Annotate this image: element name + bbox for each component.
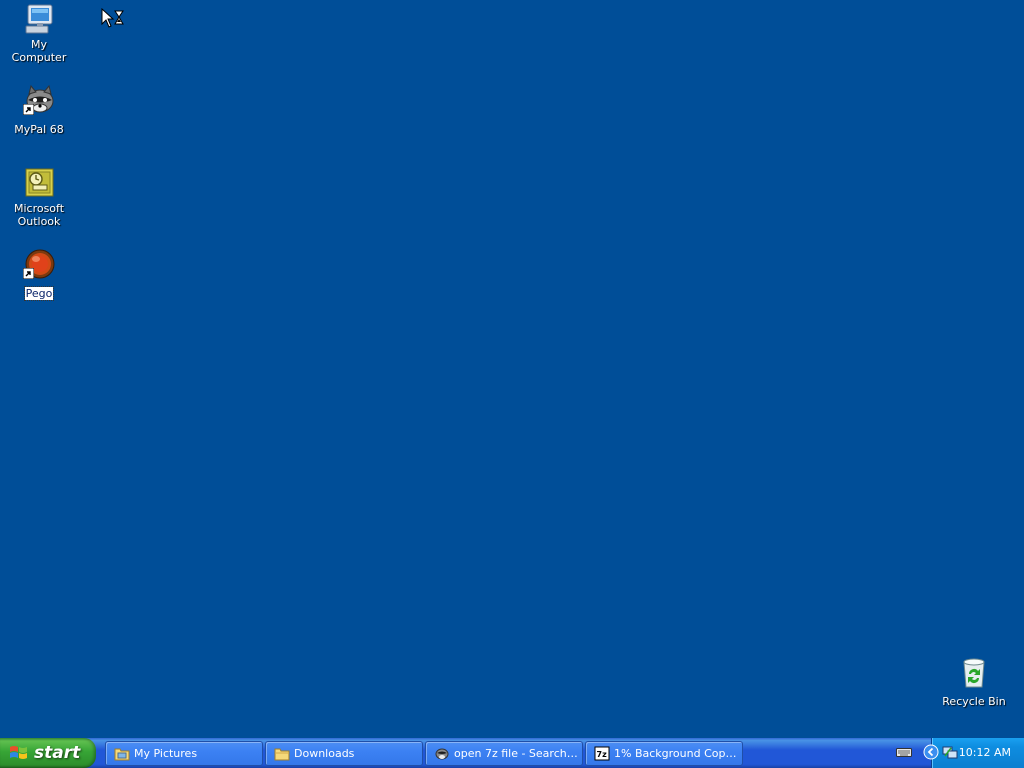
taskbar-button-my-pictures[interactable]: My Pictures [105, 741, 263, 766]
outlook-icon [25, 168, 54, 197]
desktop-icon-mypal[interactable]: MyPal 68 [1, 84, 77, 137]
desktop-icon-label: Pego [23, 286, 55, 301]
keyboard-icon[interactable] [896, 746, 912, 758]
task-label: Downloads [294, 747, 355, 760]
start-button[interactable]: start [0, 738, 96, 768]
taskbar: start My Pictures Downloads open 7z file… [0, 738, 1024, 768]
recycle-bin-icon [963, 658, 985, 688]
taskbar-button-downloads[interactable]: Downloads [265, 741, 423, 766]
desktop-icon-label: My Computer [11, 38, 67, 64]
show-hidden-icons-chevron-icon[interactable] [923, 744, 939, 760]
windows-logo-icon [10, 746, 27, 759]
task-label: 1% Background Copy... [614, 747, 738, 760]
folder-pictures-icon [114, 748, 130, 761]
shortcut-arrow-icon [23, 104, 34, 115]
desktop-icon-label: Microsoft Outlook [13, 202, 65, 228]
mypal-icon [435, 748, 449, 760]
desktop-icon-my-computer[interactable]: My Computer [1, 2, 77, 65]
busy-cursor-icon [101, 8, 124, 28]
7zip-icon: 7z [594, 746, 610, 761]
desktop-icon-label: MyPal 68 [14, 123, 64, 136]
svg-text:7z: 7z [597, 750, 608, 759]
task-label: My Pictures [134, 747, 198, 760]
start-label: start [34, 743, 81, 763]
desktop-icon-pego[interactable]: Pego [1, 248, 77, 301]
my-computer-icon [25, 4, 53, 34]
clock[interactable]: 10:12 AM [959, 746, 1011, 759]
desktop: My Computer MyPal 68 Microsoft Outlook P… [0, 0, 1024, 738]
network-icon[interactable] [942, 744, 958, 760]
task-label: open 7z file - Search ... [454, 747, 578, 760]
taskbar-button-search[interactable]: open 7z file - Search ... [425, 741, 583, 766]
folder-icon [274, 748, 290, 761]
desktop-icon-outlook[interactable]: Microsoft Outlook [1, 166, 77, 229]
desktop-icon-label: Recycle Bin [942, 695, 1006, 708]
taskbar-button-background-copy[interactable]: 7z 1% Background Copy... [585, 741, 743, 766]
desktop-icon-recycle-bin[interactable]: Recycle Bin [936, 656, 1012, 709]
shortcut-arrow-icon [23, 268, 34, 279]
